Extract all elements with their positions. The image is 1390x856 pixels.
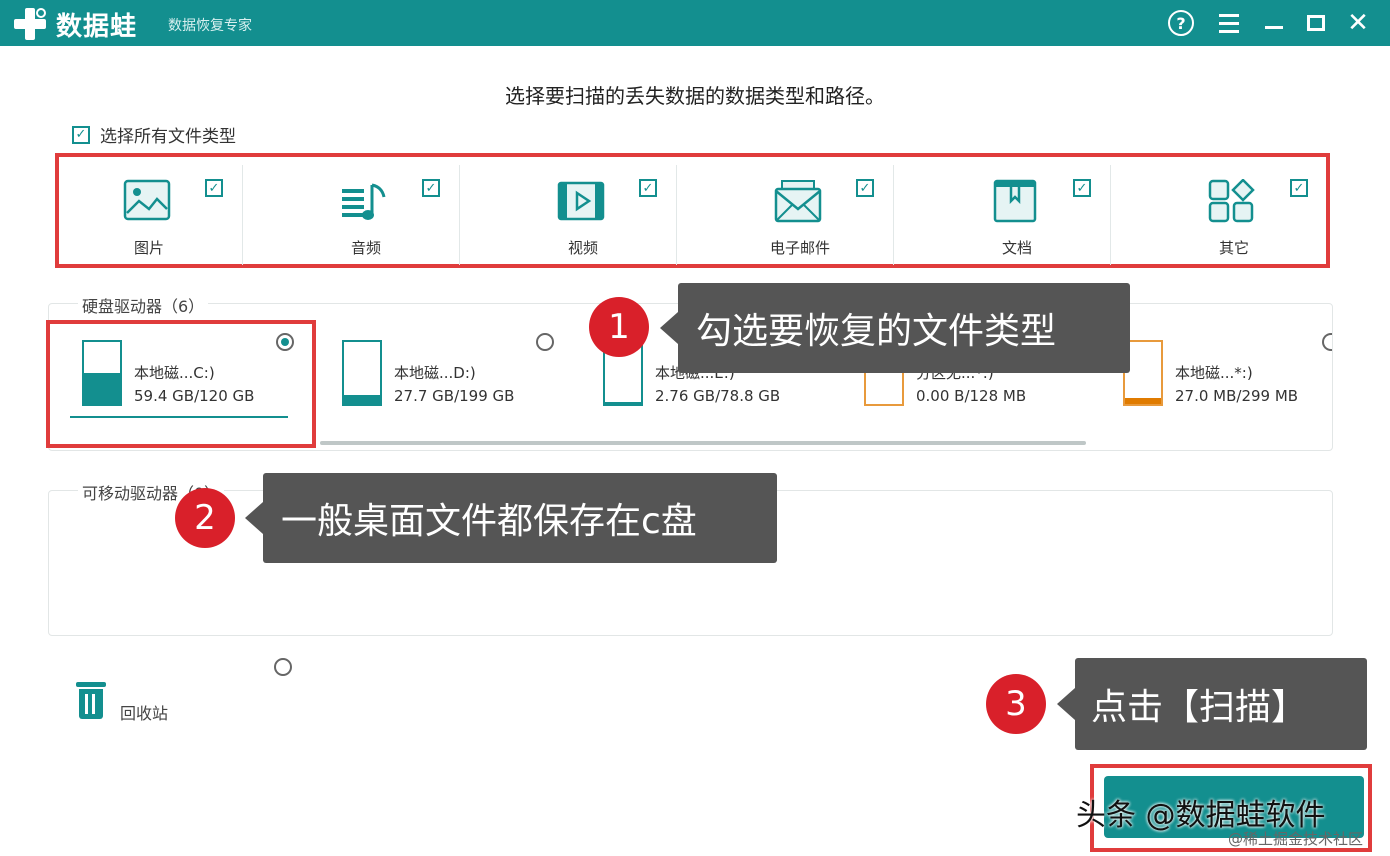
file-type-label: 电子邮件 bbox=[769, 239, 830, 257]
hdd-section-label: 硬盘驱动器（6） bbox=[78, 293, 209, 317]
minimize-icon[interactable] bbox=[1260, 9, 1288, 37]
file-type-other[interactable]: ✓ 其它 bbox=[1152, 165, 1328, 265]
file-type-highlight: ✓ 图片 ✓ 音频 ✓ 视频 ✓ 电子邮件 ✓ 文档 ✓ 其它 bbox=[55, 153, 1330, 268]
file-type-image-checkbox[interactable]: ✓ bbox=[205, 179, 223, 197]
drive-size: 27.7 GB/199 GB bbox=[394, 387, 515, 405]
file-type-document[interactable]: ✓ 文档 bbox=[935, 165, 1111, 265]
drive-d-radio[interactable] bbox=[536, 333, 554, 351]
menu-icon[interactable] bbox=[1215, 9, 1243, 37]
file-type-label: 音频 bbox=[350, 239, 381, 257]
image-icon bbox=[123, 179, 171, 221]
file-type-video-checkbox[interactable]: ✓ bbox=[639, 179, 657, 197]
callout-3-text: 点击【扫描】 bbox=[1091, 687, 1308, 728]
select-all-checkbox[interactable]: ✓ bbox=[72, 125, 90, 144]
file-type-document-checkbox[interactable]: ✓ bbox=[1073, 179, 1091, 197]
recycle-bin-label: 回收站 bbox=[120, 704, 169, 723]
help-icon[interactable]: ? bbox=[1168, 10, 1194, 36]
select-all-label: 选择所有文件类型 bbox=[100, 127, 236, 147]
callout-3: 点击【扫描】 bbox=[1057, 658, 1367, 750]
drive-size: 2.76 GB/78.8 GB bbox=[655, 387, 781, 405]
file-type-video[interactable]: ✓ 视频 bbox=[501, 165, 677, 265]
drive-size: 27.0 MB/299 MB bbox=[1175, 387, 1299, 405]
document-icon bbox=[993, 179, 1037, 223]
callout-2: 一般桌面文件都保存在c盘 bbox=[245, 473, 777, 563]
file-type-label: 视频 bbox=[567, 239, 598, 257]
drive-size: 59.4 GB/120 GB bbox=[134, 387, 255, 405]
file-type-label: 文档 bbox=[1001, 239, 1032, 257]
file-type-image[interactable]: ✓ 图片 bbox=[67, 165, 243, 265]
callout-2-text: 一般桌面文件都保存在c盘 bbox=[281, 501, 697, 542]
file-type-email-checkbox[interactable]: ✓ bbox=[856, 179, 874, 197]
video-icon bbox=[557, 181, 605, 221]
callout-1-text: 勾选要恢复的文件类型 bbox=[696, 311, 1057, 352]
email-icon bbox=[774, 180, 822, 223]
recycle-bin-icon[interactable] bbox=[76, 682, 106, 720]
app-subtitle: 数据恢复专家 bbox=[168, 18, 252, 34]
maximize-icon[interactable] bbox=[1302, 9, 1330, 37]
drive-name: 本地磁...D:) bbox=[394, 364, 476, 382]
watermark-small: @稀土掘金技术社区 bbox=[1228, 830, 1364, 848]
other-icon bbox=[1208, 179, 1255, 223]
drive-icon bbox=[342, 340, 382, 406]
callout-3-badge: 3 bbox=[986, 674, 1046, 734]
title-bar: 数据蛙 数据恢复专家 ? ✕ bbox=[0, 0, 1390, 46]
selected-drive-underline bbox=[70, 416, 288, 418]
select-all-row[interactable]: ✓ 选择所有文件类型 bbox=[72, 122, 236, 147]
close-icon[interactable]: ✕ bbox=[1344, 8, 1372, 38]
drive-c-radio[interactable] bbox=[276, 333, 294, 351]
drive-scrollbar[interactable] bbox=[320, 441, 1086, 445]
file-type-audio-checkbox[interactable]: ✓ bbox=[422, 179, 440, 197]
file-type-audio[interactable]: ✓ 音频 bbox=[284, 165, 460, 265]
audio-icon bbox=[342, 183, 386, 220]
page-heading: 选择要扫描的丢失数据的数据类型和路径。 bbox=[505, 84, 885, 108]
callout-1: 勾选要恢复的文件类型 bbox=[660, 283, 1130, 373]
callout-2-badge: 2 bbox=[175, 488, 235, 548]
app-logo-icon bbox=[12, 6, 48, 42]
file-type-label: 图片 bbox=[133, 239, 164, 257]
recycle-bin-radio[interactable] bbox=[274, 658, 292, 676]
file-type-label: 其它 bbox=[1218, 239, 1249, 257]
file-type-other-checkbox[interactable]: ✓ bbox=[1290, 179, 1308, 197]
drive-name: 本地磁...C:) bbox=[134, 364, 215, 382]
file-type-email[interactable]: ✓ 电子邮件 bbox=[718, 165, 894, 265]
windows-drive-icon bbox=[82, 340, 122, 406]
app-name: 数据蛙 bbox=[56, 12, 138, 42]
drive-name: 本地磁...*:) bbox=[1175, 364, 1253, 382]
callout-1-badge: 1 bbox=[589, 297, 649, 357]
drive-size: 0.00 B/128 MB bbox=[916, 387, 1027, 405]
